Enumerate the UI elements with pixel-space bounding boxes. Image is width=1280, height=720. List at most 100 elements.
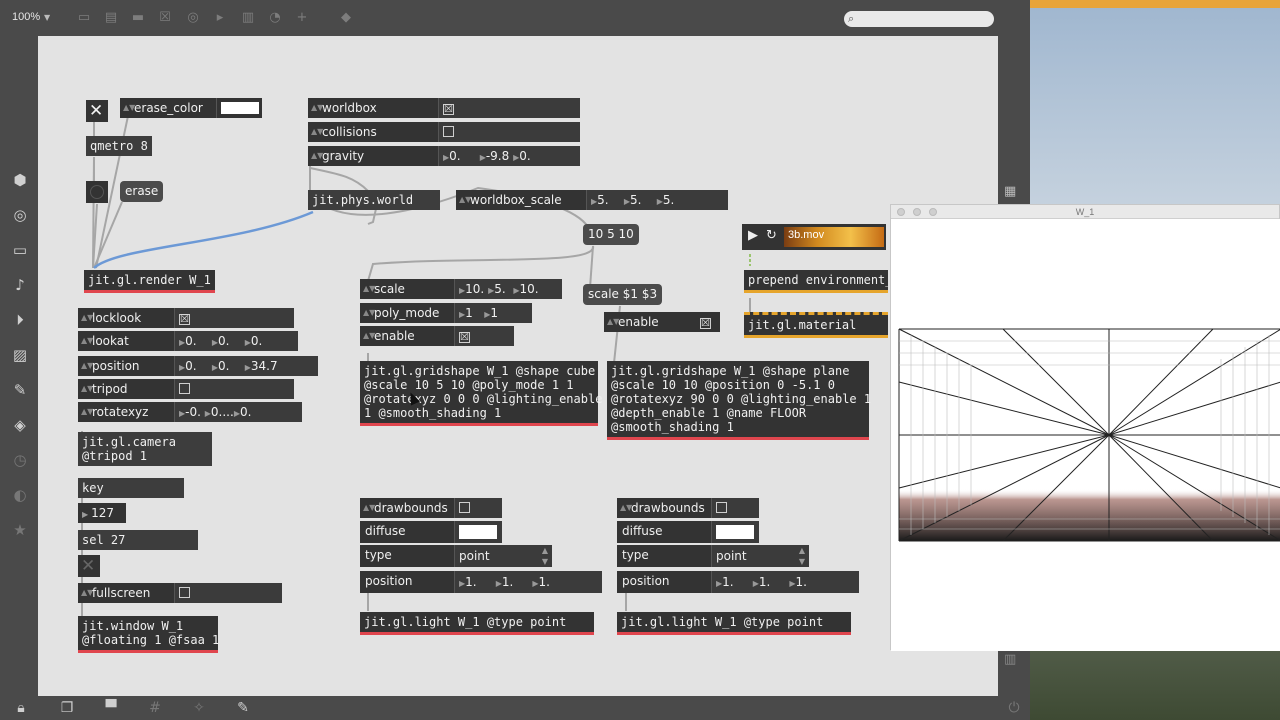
checkbox[interactable] (459, 502, 470, 513)
wrench-icon[interactable]: ✎ (234, 699, 252, 717)
cube-icon[interactable]: ⬢ (11, 171, 29, 189)
playlist-player[interactable]: ▶ ↻ 3b.mov (742, 224, 886, 250)
attrui-type-2[interactable]: type point ▲ ▼ (617, 545, 809, 567)
patcher-canvas[interactable]: ✕ ▲▼ erase_color qmetro 8 erase jit.gl.re… (38, 36, 998, 696)
attrui-type[interactable]: type point ▲ ▼ (360, 545, 552, 567)
object-jit-gl-gridshape-cube[interactable]: jit.gl.gridshape W_1 @shape cube @scale … (360, 361, 602, 426)
object-jit-gl-camera[interactable]: jit.gl.camera @tripod 1 (78, 432, 212, 466)
message-scale-format[interactable]: scale $1 $3 (583, 284, 663, 305)
power-icon[interactable]: ⏻ (1005, 699, 1023, 717)
panel-icon[interactable]: ▭ (11, 241, 29, 259)
toggle-icon[interactable]: ☒ (157, 10, 173, 26)
object-sel[interactable]: sel 27 (78, 530, 198, 550)
attrui-tripod[interactable]: ▲▼ tripod (78, 379, 294, 399)
color-swatch[interactable] (716, 525, 754, 539)
attrui-worldbox-scale[interactable]: ▲▼ worldbox_scale ▶5. ▶5. ▶5. (456, 190, 728, 210)
checkbox[interactable]: ☒ (179, 314, 190, 325)
paint-icon[interactable]: ◆ (338, 10, 354, 26)
star-icon[interactable]: ★ (11, 521, 29, 539)
attrui-drawbounds-2[interactable]: ▲▼ drawbounds (617, 498, 759, 518)
fullscreen-toggle[interactable]: ✕ (78, 555, 100, 577)
meter-icon: ▥ (1004, 652, 1017, 667)
plus-icon[interactable]: + (294, 10, 310, 26)
jit-window-title: W_1 (1075, 207, 1095, 217)
music-icon[interactable]: ♪ (11, 276, 29, 294)
chevron-updown-icon: ▲ ▼ (798, 546, 805, 566)
object-jit-gl-material[interactable]: jit.gl.material (744, 312, 888, 338)
checkbox[interactable]: ☒ (443, 104, 454, 115)
attrui-gravity[interactable]: ▲▼ gravity ▶0. ▶-9.8 ▶0. (308, 146, 580, 166)
render-view (891, 219, 1280, 651)
attrui-light-position[interactable]: position ▶1. ▶1. ▶1. (360, 571, 602, 593)
checkbox[interactable] (179, 383, 190, 394)
checkbox[interactable]: ☒ (700, 318, 711, 329)
checkbox[interactable] (443, 126, 454, 137)
number-box[interactable]: ▶ 127 (78, 503, 126, 523)
object-jit-gl-render[interactable]: jit.gl.render W_1 (84, 270, 215, 293)
attrui-enable-floor[interactable]: ▲▼ enable ☒ (604, 312, 720, 332)
attrui-enable[interactable]: ▲▼ enable ☒ (360, 326, 514, 346)
attrui-lookat[interactable]: ▲▼ lookat ▶0. ▶0. ▶0. (78, 331, 298, 351)
checkbox[interactable] (179, 587, 190, 598)
jit-window[interactable]: W_1 (890, 204, 1280, 651)
message-box-icon[interactable]: ▤ (103, 10, 119, 26)
object-jit-phys-world[interactable]: jit.phys.world (308, 190, 440, 210)
package-icon[interactable]: ◈ (11, 416, 29, 434)
comment-icon[interactable]: ▀ (102, 699, 120, 717)
image-icon[interactable]: ▨ (11, 346, 29, 364)
attrui-fullscreen[interactable]: ▲▼ fullscreen (78, 583, 282, 603)
attrui-drawbounds[interactable]: ▲▼ drawbounds (360, 498, 502, 518)
comment-icon[interactable]: ▬ (130, 10, 146, 26)
attrui-poly-mode[interactable]: ▲▼ poly_mode ▶1 ▶1 (360, 303, 532, 323)
left-sidebar: ⬢ ◎ ▭ ♪ ⏵ ▨ ✎ ◈ ◷ ◐ ★ (0, 36, 38, 696)
attrui-erase-color[interactable]: ▲▼ erase_color (120, 98, 262, 118)
grid-icon[interactable]: ▦ (1004, 184, 1016, 199)
checkbox[interactable] (716, 502, 727, 513)
message-scale-values[interactable]: 10 5 10 (583, 224, 639, 245)
number-icon[interactable]: ▸ (212, 10, 228, 26)
presentation-icon[interactable]: ❐ (58, 699, 76, 717)
object-jit-gl-light-1[interactable]: jit.gl.light W_1 @type point (360, 612, 594, 635)
message-erase[interactable]: erase (120, 181, 164, 202)
play-forward-icon[interactable]: ⏵ (11, 311, 29, 329)
bottom-toolbar: 🔒︎ ❐ ▀ # ✧ ✎ ⏻ (0, 696, 1030, 720)
grid-icon[interactable]: # (146, 699, 164, 717)
bang-button[interactable] (86, 181, 108, 203)
object-box-icon[interactable]: ▭ (76, 10, 92, 26)
attrui-worldbox[interactable]: ▲▼ worldbox ☒ (308, 98, 580, 118)
jit-window-titlebar[interactable]: W_1 (891, 205, 1279, 219)
color-swatch[interactable] (459, 525, 497, 539)
zoom-level[interactable]: 100% (12, 11, 40, 23)
attrui-diffuse[interactable]: diffuse (360, 521, 502, 543)
slider-icon[interactable]: ▥ (240, 10, 256, 26)
color-swatch[interactable] (221, 102, 259, 114)
checkbox[interactable]: ☒ (459, 332, 470, 343)
loop-icon[interactable]: ↻ (766, 228, 777, 243)
play-icon[interactable]: ▶ (748, 228, 758, 243)
object-key[interactable]: key (78, 478, 184, 498)
attrui-diffuse-2[interactable]: diffuse (617, 521, 759, 543)
clock-icon[interactable]: ◷ (11, 451, 29, 469)
lock-icon[interactable]: 🔒︎ (12, 699, 30, 717)
button-icon[interactable]: ◎ (185, 10, 201, 26)
debug-icon[interactable]: ✧ (190, 699, 208, 717)
object-jit-gl-light-2[interactable]: jit.gl.light W_1 @type point (617, 612, 851, 635)
metro-toggle[interactable]: ✕ (86, 100, 108, 122)
attrui-locklook[interactable]: ▲▼ locklook ☒ (78, 308, 294, 328)
attrui-collisions[interactable]: ▲▼ collisions (308, 122, 580, 142)
help-icon[interactable]: ◐ (11, 486, 29, 504)
paperclip-icon[interactable]: ✎ (11, 381, 29, 399)
object-prepend[interactable]: prepend environment_t (744, 270, 888, 293)
attrui-scale[interactable]: ▲▼ scale ▶10. ▶5. ▶10. (360, 279, 562, 299)
search-input[interactable]: ⌕ (844, 11, 994, 27)
attrui-rotatexyz[interactable]: ▲▼ rotatexyz ▶-0. ▶0....▶0. (78, 402, 302, 422)
target-icon[interactable]: ◎ (11, 206, 29, 224)
chevron-down-icon[interactable]: ▼ (44, 13, 50, 22)
object-jit-gl-gridshape-plane[interactable]: jit.gl.gridshape W_1 @shape plane @scale… (607, 361, 871, 440)
object-jit-window[interactable]: jit.window W_1 @floating 1 @fsaa 1 (78, 616, 219, 653)
dial-icon[interactable]: ◔ (267, 10, 283, 26)
attrui-camera-position[interactable]: ▲▼ position ▶0. ▶0. ▶34.7 (78, 356, 318, 376)
object-qmetro[interactable]: qmetro 8 (86, 136, 152, 156)
cord-selected (93, 210, 314, 269)
attrui-light-position-2[interactable]: position ▶1. ▶1. ▶1. (617, 571, 859, 593)
